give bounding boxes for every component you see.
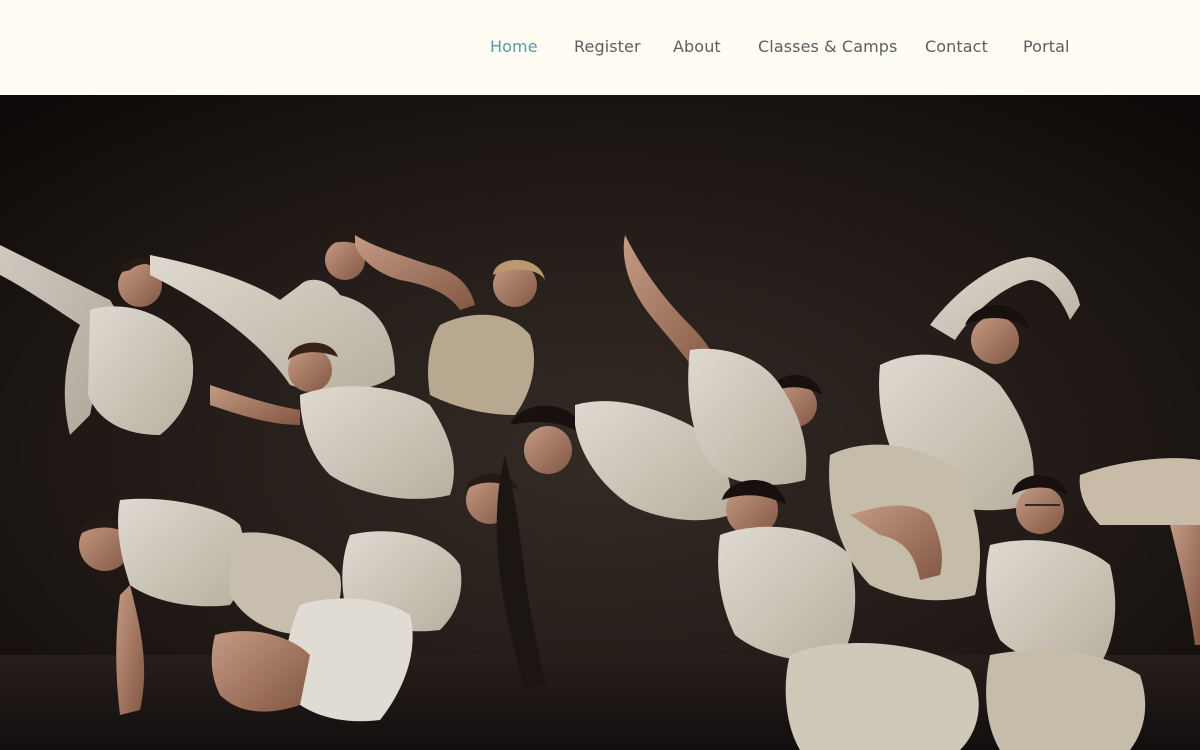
- site-header: Home Register About Classes & Camps Cont…: [0, 0, 1200, 95]
- nav-link-about[interactable]: About: [673, 34, 721, 60]
- dancers-photo-illustration: [0, 95, 1200, 750]
- hero-image: [0, 95, 1200, 750]
- nav-link-classes-camps[interactable]: Classes & Camps: [758, 34, 897, 60]
- nav-link-portal[interactable]: Portal: [1023, 34, 1070, 60]
- photo-vignette: [0, 95, 1200, 750]
- nav-link-home[interactable]: Home: [490, 34, 538, 60]
- nav-link-contact[interactable]: Contact: [925, 34, 988, 60]
- nav-link-register[interactable]: Register: [574, 34, 641, 60]
- main-navigation: Home Register About Classes & Camps Cont…: [0, 34, 1200, 60]
